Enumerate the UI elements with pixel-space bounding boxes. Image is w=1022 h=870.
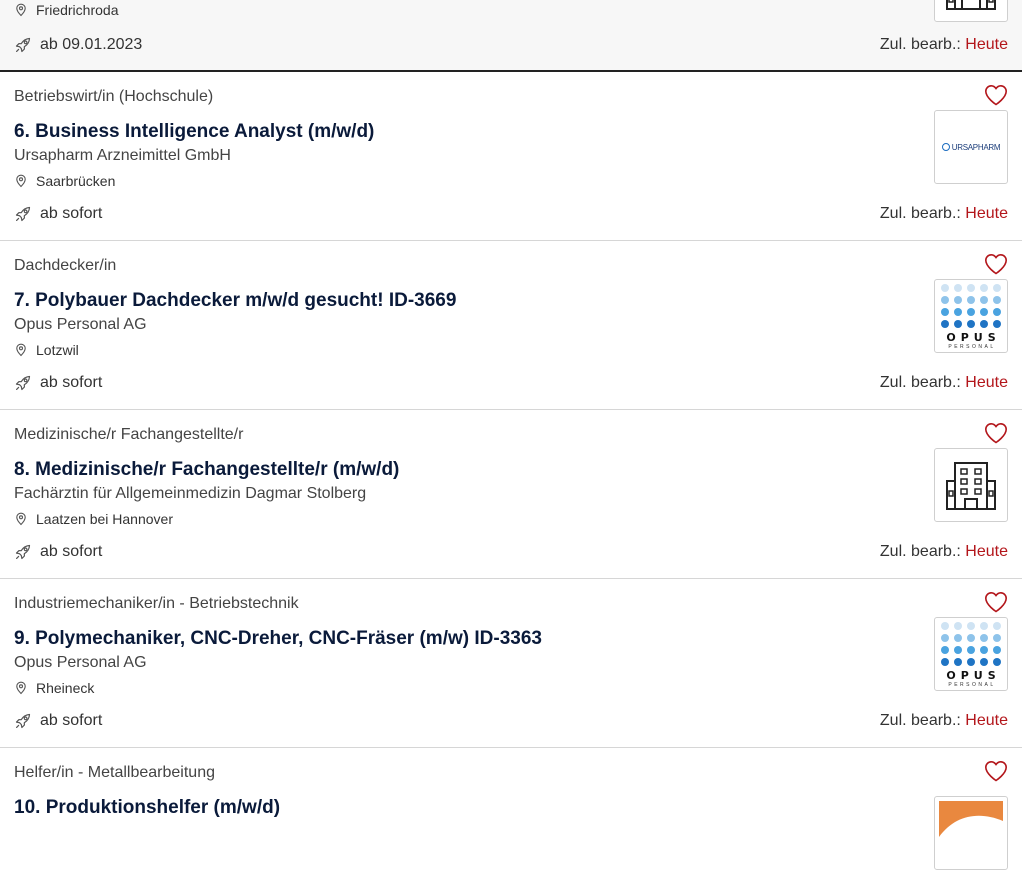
last-edited: Zul. bearb.: Heute — [880, 36, 1008, 54]
orange-company-logo — [939, 801, 1003, 837]
building-icon — [946, 462, 996, 510]
favorite-heart-icon[interactable] — [984, 422, 1008, 444]
last-edited-value: Heute — [965, 543, 1008, 560]
rocket-icon — [15, 544, 31, 560]
company-name: Fachärztin für Allgemeinmedizin Dagmar S… — [14, 485, 367, 502]
opus-logo: OPUS PERSONAL — [939, 283, 1003, 350]
job-location-text: Lotzwil — [36, 342, 79, 358]
company-logo-opus[interactable]: OPUS PERSONAL — [934, 279, 1008, 353]
opus-logo-sub: PERSONAL — [948, 343, 996, 350]
job-start: ab 09.01.2023 — [14, 36, 142, 54]
rocket-icon — [15, 713, 31, 729]
job-title-link[interactable]: 6. Business Intelligence Analyst (m/w/d) — [14, 121, 374, 143]
last-edited-label: Zul. bearb.: — [879, 36, 961, 53]
ursapharm-logo-text: URSAPHARM — [951, 142, 1001, 152]
job-start-text: ab sofort — [40, 374, 103, 391]
last-edited: Zul. bearb.: Heute — [880, 205, 1008, 223]
job-start-text: ab sofort — [40, 712, 103, 729]
job-category: Helfer/in - Metallbearbeitung — [14, 764, 215, 781]
favorite-heart-icon[interactable] — [984, 591, 1008, 613]
job-start-text: ab 09.01.2023 — [40, 36, 143, 53]
job-location: Laatzen bei Hannover — [14, 511, 173, 527]
job-start-text: ab sofort — [40, 543, 103, 560]
company-logo-building[interactable] — [934, 448, 1008, 522]
ursapharm-logo: URSAPHARM — [941, 142, 1001, 152]
company-name: Opus Personal AG — [14, 316, 147, 333]
opus-logo: OPUS PERSONAL — [939, 621, 1003, 688]
job-location-text: Laatzen bei Hannover — [36, 511, 173, 527]
last-edited: Zul. bearb.: Heute — [880, 712, 1008, 730]
company-name: Ursapharm Arzneimittel GmbH — [14, 147, 231, 164]
last-edited-value: Heute — [965, 374, 1008, 391]
opus-logo-sub: PERSONAL — [948, 681, 996, 688]
opus-dots-icon — [941, 621, 1001, 666]
last-edited-label: Zul. bearb.: — [879, 374, 961, 391]
company-name: Opus Personal AG — [14, 654, 147, 671]
favorite-heart-icon[interactable] — [984, 84, 1008, 106]
job-category: Betriebswirt/in (Hochschule) — [14, 88, 214, 105]
job-start: ab sofort — [14, 543, 102, 561]
location-pin-icon — [16, 3, 26, 17]
last-edited: Zul. bearb.: Heute — [880, 374, 1008, 392]
job-location: Saarbrücken — [14, 173, 115, 189]
job-title-link[interactable]: 9. Polymechaniker, CNC-Dreher, CNC-Fräse… — [14, 628, 542, 650]
job-location-text: Saarbrücken — [36, 173, 116, 189]
job-start: ab sofort — [14, 712, 102, 730]
job-start: ab sofort — [14, 374, 102, 392]
opus-logo-word: OPUS — [946, 330, 1001, 344]
job-category: Medizinische/r Fachangestellte/r — [14, 426, 244, 443]
building-icon — [946, 0, 996, 10]
location-pin-icon — [16, 512, 26, 526]
job-location: Rheineck — [14, 680, 94, 696]
company-logo-orange[interactable] — [934, 796, 1008, 870]
opus-logo-word: OPUS — [946, 668, 1001, 682]
job-title-link[interactable]: 10. Produktionshelfer (m/w/d) — [14, 797, 280, 819]
company-logo-ursapharm[interactable]: URSAPHARM — [934, 110, 1008, 184]
job-category: Dachdecker/in — [14, 257, 117, 274]
favorite-heart-icon[interactable] — [984, 760, 1008, 782]
last-edited-label: Zul. bearb.: — [879, 543, 961, 560]
job-title-link[interactable]: 7. Polybauer Dachdecker m/w/d gesucht! I… — [14, 290, 456, 312]
last-edited-value: Heute — [965, 36, 1008, 53]
favorite-heart-icon[interactable] — [984, 253, 1008, 275]
job-location-text: Rheineck — [36, 680, 95, 696]
job-location: Lotzwil — [14, 342, 79, 358]
ursapharm-mark-icon — [941, 143, 950, 151]
job-title-link[interactable]: 8. Medizinische/r Fachangestellte/r (m/w… — [14, 459, 399, 481]
last-edited-value: Heute — [965, 712, 1008, 729]
job-category: Industriemechaniker/in - Betriebstechnik — [14, 595, 299, 612]
job-start: ab sofort — [14, 205, 102, 223]
job-card[interactable]: Helfer/in - Metallbearbeitung 10. Produk… — [0, 748, 1022, 870]
job-location: Friedrichroda — [14, 2, 118, 18]
job-card[interactable]: Medizinische/r Fachangestellte/r 8. Medi… — [0, 410, 1022, 579]
location-pin-icon — [16, 343, 26, 357]
location-pin-icon — [16, 174, 26, 188]
last-edited-value: Heute — [965, 205, 1008, 222]
last-edited: Zul. bearb.: Heute — [880, 543, 1008, 561]
job-location-text: Friedrichroda — [36, 2, 119, 18]
last-edited-label: Zul. bearb.: — [879, 712, 961, 729]
company-logo-building[interactable] — [934, 0, 1008, 22]
opus-dots-icon — [941, 283, 1001, 328]
job-start-text: ab sofort — [40, 205, 103, 222]
company-logo-opus[interactable]: OPUS PERSONAL — [934, 617, 1008, 691]
job-card[interactable]: Industriemechaniker/in - Betriebstechnik… — [0, 579, 1022, 748]
job-card[interactable]: Dachdecker/in 7. Polybauer Dachdecker m/… — [0, 241, 1022, 410]
location-pin-icon — [16, 681, 26, 695]
last-edited-label: Zul. bearb.: — [879, 205, 961, 222]
rocket-icon — [15, 375, 31, 391]
job-card[interactable]: Betriebswirt/in (Hochschule) 6. Business… — [0, 72, 1022, 241]
rocket-icon — [15, 206, 31, 222]
job-card[interactable]: Friedrichroda ab 09.01.2023 Zul. bearb.:… — [0, 0, 1022, 72]
job-results-list: Friedrichroda ab 09.01.2023 Zul. bearb.:… — [0, 0, 1022, 870]
rocket-icon — [15, 37, 31, 53]
